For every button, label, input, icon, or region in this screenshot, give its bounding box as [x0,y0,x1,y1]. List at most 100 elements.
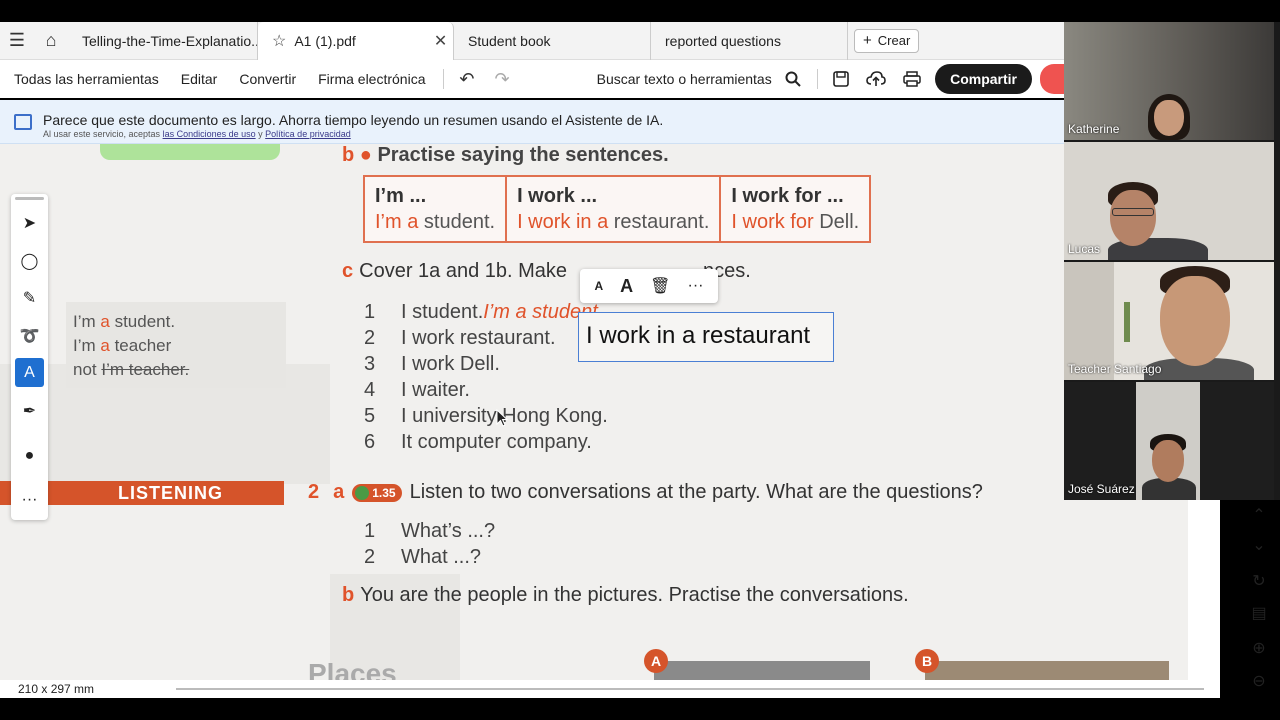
tab-a1-pdf[interactable]: ☆ A1 (1).pdf ✕ [258,21,454,60]
add-text-icon[interactable]: A [15,358,44,387]
screen: ☰ ⌂ Telling-the-Time-Explanatio... ☆ A1 … [0,0,1280,720]
horizontal-scrollbar[interactable] [176,688,1204,690]
green-heading-shape [100,144,280,160]
participant-name: Teacher Santiago [1068,362,1162,376]
ai-summary-icon [14,114,32,130]
tab-bar: ☰ ⌂ Telling-the-Time-Explanatio... ☆ A1 … [0,21,1064,60]
picture-a-marker: A [644,649,668,673]
main-toolbar: Todas las herramientas Editar Convertir … [0,60,1065,98]
close-icon[interactable]: ✕ [434,31,447,51]
phrase-table: I’m ... I’m a student. I work ... I work… [363,175,872,243]
table-head: I work for ... [731,185,844,207]
tab-label: reported questions [665,32,781,49]
edit-button[interactable]: Editar [170,71,229,87]
comment-icon[interactable]: ◯ [15,246,44,275]
new-tab-label: Crear [877,33,911,48]
page-size-label: 210 x 297 mm [18,682,95,696]
refresh-icon[interactable]: ↻ [1244,566,1274,596]
tab-label: Student book [468,32,551,49]
picture-a [654,661,870,680]
list-item: 2 What ...? [364,546,482,568]
chevron-up-icon[interactable]: ⌃ [1244,500,1274,530]
drag-handle[interactable] [15,197,44,200]
section-text: You are the people in the pictures. Prac… [360,584,909,606]
new-tab-button[interactable]: + Crear [854,28,920,53]
tab-telling-time[interactable]: Telling-the-Time-Explanatio... [68,21,258,60]
audio-track-badge: 1.35 [352,483,402,502]
pdf-page[interactable]: b ● Practise saying the sentences. I’m .… [0,144,1220,680]
audio-icon: ● [359,144,372,166]
decrease-font-icon[interactable]: A [595,279,604,293]
participant-tile[interactable]: Teacher Santiago [1064,262,1274,380]
section-b2-heading: b You are the people in the pictures. Pra… [342,584,909,607]
draw-freehand-icon[interactable]: ➰ [15,321,44,350]
chevron-down-icon[interactable]: ⌄ [1244,530,1274,560]
banner-legal: Al usar este servicio, aceptas las Condi… [43,129,351,139]
share-button[interactable]: Compartir [935,64,1032,94]
privacy-link[interactable]: Política de privacidad [265,129,351,139]
sign-icon[interactable]: ✒ [15,396,44,425]
tab-reported-questions[interactable]: reported questions [651,21,848,60]
tab-student-book[interactable]: Student book [454,21,651,60]
places-heading: Places [308,658,397,680]
highlight-pen-icon[interactable]: ✎ [15,283,44,312]
banner-legal-and: y [258,129,263,139]
comment-icon[interactable] [1040,64,1065,94]
save-icon[interactable] [824,71,859,87]
zoom-in-icon[interactable]: ⊕ [1244,633,1274,663]
exercise-list: 1I student. I’m a student. 2I work resta… [364,299,608,455]
section-b-heading: b ● Practise saying the sentences. [342,144,669,167]
table-rest: student. [418,211,496,233]
search-icon[interactable] [776,71,811,87]
terms-link[interactable]: las Condiciones de uso [163,129,256,139]
section-letter: b [342,584,355,606]
convert-button[interactable]: Convertir [228,71,307,87]
table-orange: I work for [731,211,814,233]
question-list: 1 What’s ...? 2 What ...? [364,518,495,570]
toolbar-divider [442,69,444,89]
trash-icon[interactable]: 🗑 [650,276,670,296]
page-doc-icon[interactable]: ▤ [1244,598,1274,628]
table-cell: I work for ... I work for Dell. [721,177,869,241]
home-icon[interactable]: ⌂ [34,22,68,60]
upload-cloud-icon[interactable] [859,71,894,87]
participant-tile[interactable]: Katherine [1064,22,1274,140]
section-letter: c [342,260,354,282]
menu-icon[interactable]: ☰ [0,22,34,60]
undo-icon[interactable]: ↶ [449,69,484,90]
list-item: 6 It computer company. [364,431,592,453]
search-tools-button[interactable]: Buscar texto o herramientas [586,71,776,87]
section-letter: a [333,481,345,503]
all-tools-button[interactable]: Todas las herramientas [0,71,170,87]
grammar-line: I’m a student. [73,312,176,331]
participant-tile[interactable]: Lucas [1064,142,1274,260]
table-orange: I work in a [517,211,609,233]
ai-assistant-banner: Parece que este documento es largo. Ahor… [0,100,1064,144]
participant-name: Lucas [1068,242,1101,256]
more-icon[interactable]: ··· [687,277,703,295]
list-item: 1 What’s ...? [364,520,496,542]
list-item: 2I work restaurant. [364,327,556,349]
annotation-toolbar: ➤ ◯ ✎ ➰ A ✒ ● ··· [11,194,48,520]
video-call-panel: Katherine Lucas Teacher Santiago José Su… [1064,22,1280,500]
mouse-cursor-icon [496,409,508,427]
table-head: I work ... [517,185,598,207]
grammar-line: I’m a teacher [73,336,172,355]
list-item: 1I student. I’m a student. [364,301,604,323]
star-icon[interactable]: ☆ [272,31,286,51]
listening-label: LISTENING [118,483,224,503]
banner-message: Parece que este documento es largo. Ahor… [43,112,664,128]
select-cursor-icon[interactable]: ➤ [15,208,44,237]
print-icon[interactable] [894,71,929,87]
added-text-box[interactable]: I work in a restaurant [578,312,834,362]
zoom-out-icon[interactable]: ⊖ [1244,666,1274,696]
more-tools-icon[interactable]: ··· [15,485,44,514]
table-orange: I’m a [375,211,419,233]
redo-icon[interactable]: ↷ [485,69,520,90]
esign-button[interactable]: Firma electrónica [307,71,436,87]
increase-font-icon[interactable]: A [620,276,633,297]
status-bar: 210 x 297 mm [0,680,1220,698]
color-picker-icon[interactable]: ● [15,441,44,470]
plus-icon: + [863,32,872,49]
participant-tile[interactable]: José Suárez [1064,382,1274,500]
